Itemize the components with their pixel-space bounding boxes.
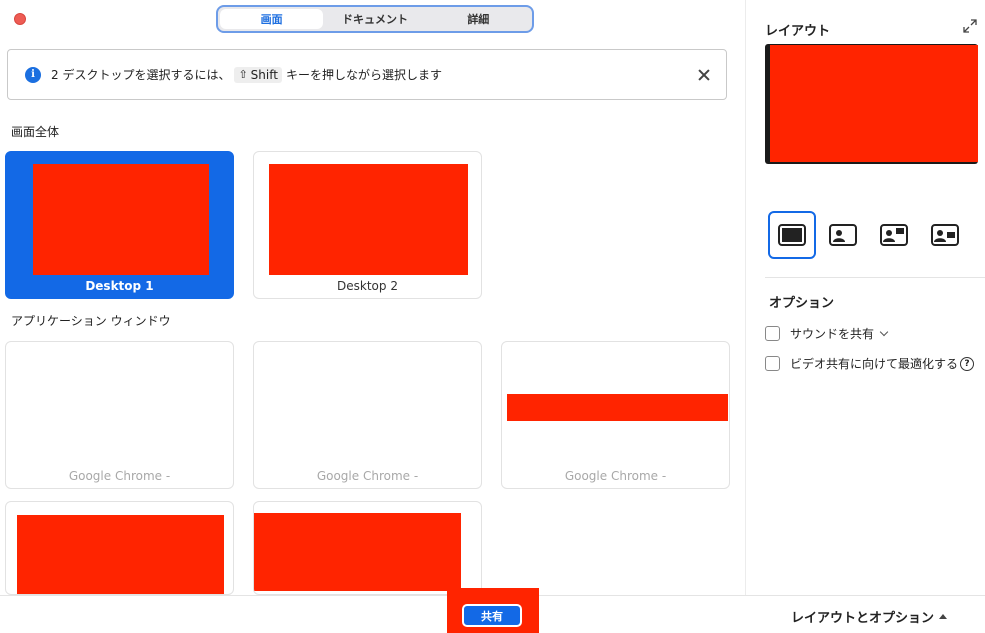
desktop-2-label: Desktop 2 [337, 279, 398, 293]
app-window-label: Google Chrome - [316, 469, 419, 483]
screen-only-icon [778, 224, 806, 246]
app-window-card[interactable]: Google Chrome - [5, 341, 234, 489]
layout-preview-content [770, 45, 978, 162]
app-window-card[interactable]: Google Chrome - [253, 341, 482, 489]
help-icon[interactable]: ? [960, 356, 975, 371]
tab-document[interactable]: ドキュメント [323, 9, 426, 29]
caret-up-icon [939, 614, 947, 619]
info-banner: i 2 デスクトップを選択するには、 ⇧ Shift キーを押しながら選択します [7, 49, 727, 100]
desktop-1-thumbnail [33, 164, 209, 275]
section-apps-label: アプリケーション ウィンドウ [11, 314, 171, 328]
close-icon[interactable] [694, 65, 714, 85]
desktop-2-thumbnail [269, 164, 468, 275]
layout-screen-only-button[interactable] [768, 211, 816, 259]
person-with-slide-icon [880, 224, 908, 246]
info-icon: i [25, 66, 41, 83]
window-close-button[interactable] [14, 13, 26, 25]
desktop-1-card[interactable]: Desktop 1 [5, 151, 234, 299]
app-window-label: Google Chrome - [564, 469, 667, 483]
expand-icon[interactable] [962, 18, 978, 34]
layout-options-toggle[interactable]: レイアウトとオプション [791, 607, 947, 626]
app-window-label: Google Chrome - [68, 469, 171, 483]
shift-key-chip: ⇧ Shift [234, 66, 282, 83]
options-title: オプション [769, 296, 835, 311]
layout-preview [765, 44, 978, 164]
shift-key-label: Shift [250, 67, 278, 82]
app-window-thumbnail [254, 513, 461, 591]
optimize-video-label: ビデオ共有に向けて最適化する [790, 357, 959, 371]
shift-arrow-icon: ⇧ [238, 68, 248, 81]
share-sound-checkbox[interactable] [765, 326, 780, 341]
share-sound-label: サウンドを共有 [790, 327, 875, 341]
chevron-down-icon[interactable] [879, 327, 889, 337]
banner-text-after: キーを押しながら選択します [285, 68, 442, 82]
desktop-1-label: Desktop 1 [85, 279, 154, 293]
layout-screen-right-top-button[interactable] [870, 211, 918, 259]
optimize-video-checkbox[interactable] [765, 356, 780, 371]
share-button[interactable]: 共有 [462, 604, 522, 627]
person-with-slide-center-icon [931, 224, 959, 246]
app-window-thumbnail [507, 394, 728, 421]
banner-text-before: 2 デスクトップを選択するには、 [51, 68, 231, 82]
app-window-thumbnail [17, 515, 224, 594]
tab-advanced[interactable]: 詳細 [427, 9, 530, 29]
optimize-video-option: ビデオ共有に向けて最適化する ? [765, 355, 975, 372]
layout-panel-title: レイアウト [765, 24, 831, 39]
app-window-card[interactable]: Google Chrome - [501, 341, 730, 489]
layout-screen-right-middle-button[interactable] [921, 211, 969, 259]
share-sound-option: サウンドを共有 [765, 325, 889, 342]
layout-panel: レイアウト オプション サウンドを共有 ビデオ共有に向けて最適化する ? [745, 0, 985, 595]
section-fullscreen-label: 画面全体 [11, 125, 60, 139]
app-window-card[interactable] [253, 501, 482, 595]
desktop-2-card[interactable]: Desktop 2 [253, 151, 482, 299]
share-screen-dialog: 画面 ドキュメント 詳細 i 2 デスクトップを選択するには、 ⇧ Shift … [0, 0, 985, 633]
tab-screen[interactable]: 画面 [220, 9, 324, 29]
panel-divider [765, 277, 985, 278]
layout-options-label: レイアウトとオプション [790, 611, 934, 626]
layout-screen-left-button[interactable] [819, 211, 867, 259]
person-left-icon [829, 224, 857, 246]
app-window-card[interactable] [5, 501, 234, 595]
tab-bar: 画面 ドキュメント 詳細 [216, 5, 534, 33]
